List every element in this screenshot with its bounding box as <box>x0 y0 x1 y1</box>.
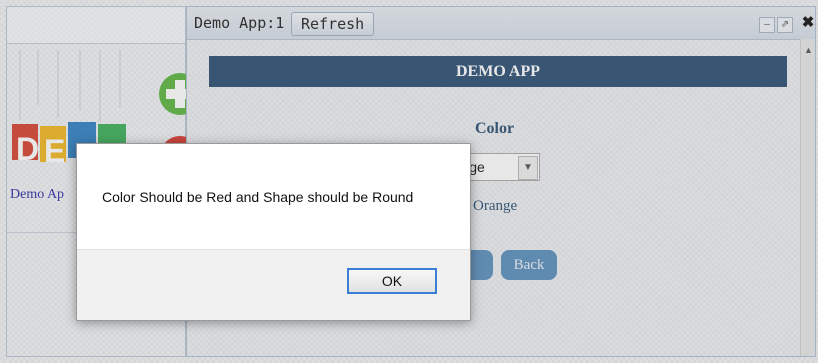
dialog-footer: OK <box>77 249 470 320</box>
ok-button[interactable]: OK <box>347 268 437 294</box>
dialog-message: Color Should be Red and Shape should be … <box>102 189 414 205</box>
alert-dialog: Color Should be Red and Shape should be … <box>76 143 471 321</box>
